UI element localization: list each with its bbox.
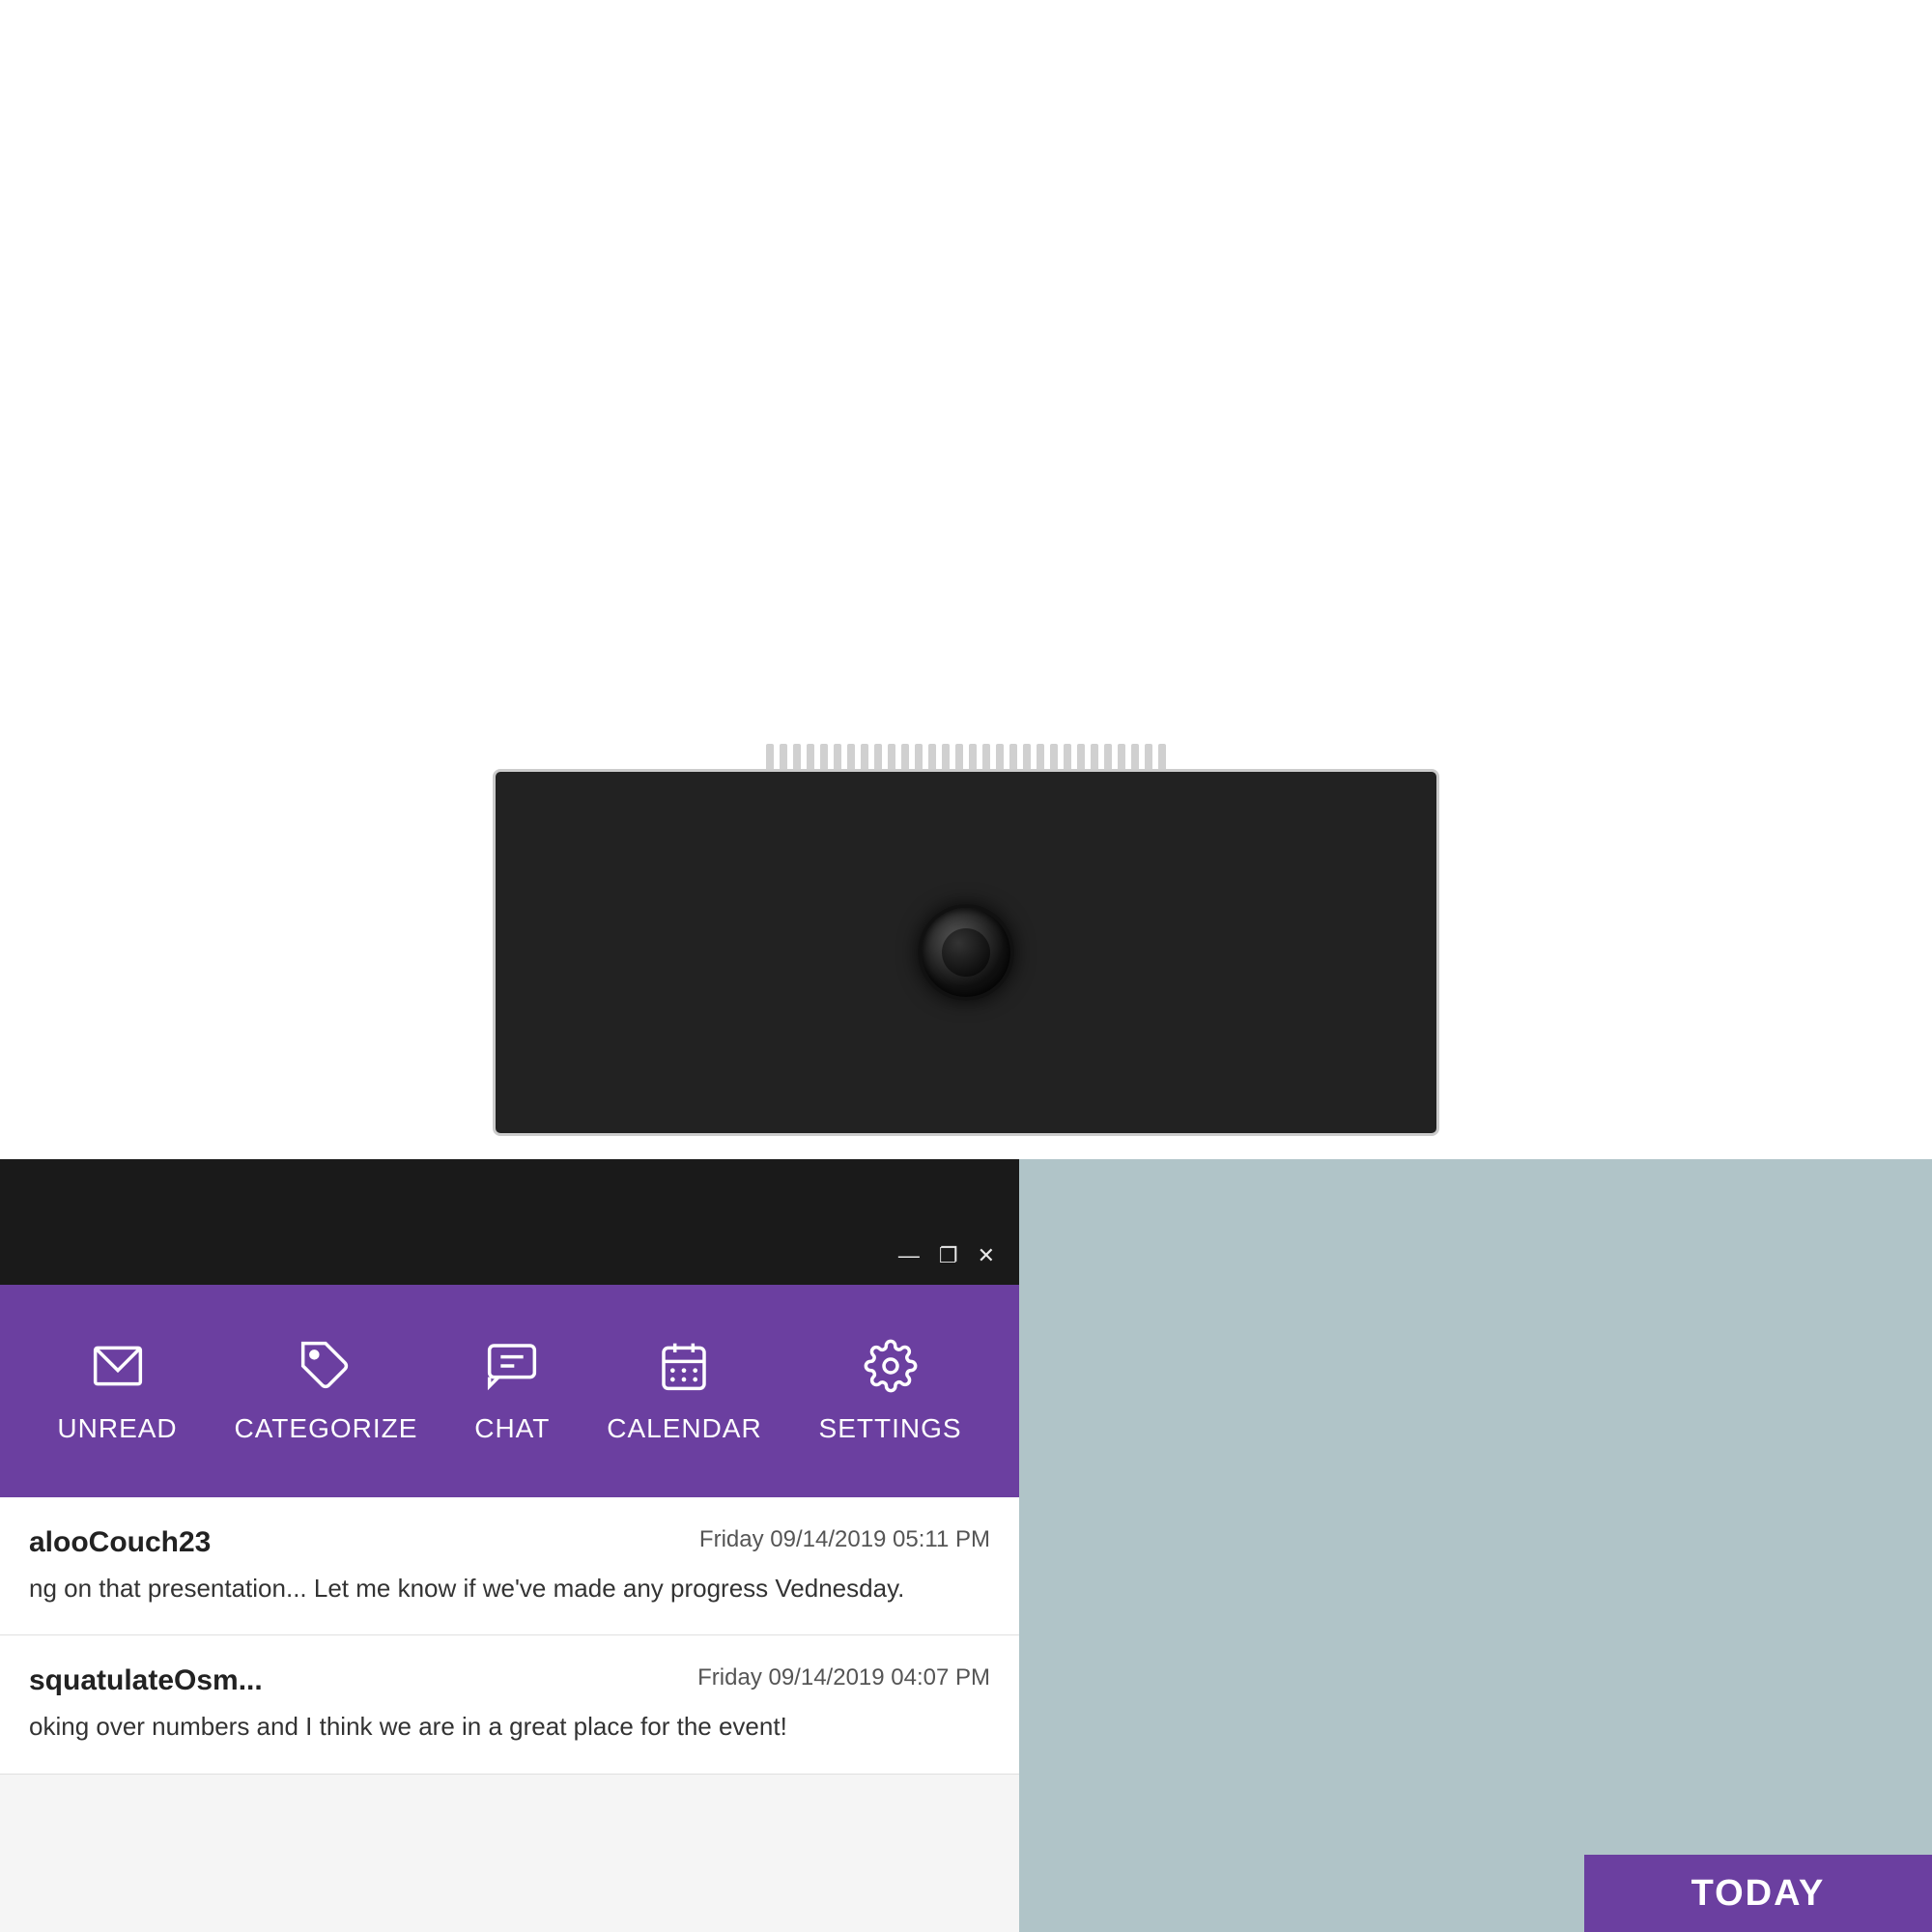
title-bar: — ❐ ✕ (0, 1227, 1014, 1285)
window-controls: — ❐ ✕ (898, 1243, 995, 1268)
chat-icon (485, 1339, 539, 1402)
nav-item-unread[interactable]: UNREAD (57, 1339, 177, 1444)
message-preview-2: oking over numbers and I think we are in… (29, 1709, 990, 1744)
message-header-2: squatulateOsm... Friday 09/14/2019 04:07… (29, 1664, 990, 1697)
right-panel (1019, 1159, 1932, 1932)
monitor-teeth (493, 734, 1439, 773)
calendar-icon (657, 1339, 711, 1402)
minimize-button[interactable]: — (898, 1243, 920, 1268)
restore-button[interactable]: ❐ (939, 1243, 958, 1268)
nav-item-calendar[interactable]: CALENDAR (607, 1339, 761, 1444)
message-preview-1: ng on that presentation... Let me know i… (29, 1571, 990, 1605)
close-button[interactable]: ✕ (978, 1243, 995, 1268)
settings-label: SETTINGS (819, 1413, 962, 1444)
message-header-1: alooCouch23 Friday 09/14/2019 05:11 PM (29, 1526, 990, 1559)
sender-name-2: squatulateOsm... (29, 1664, 263, 1697)
gear-icon (864, 1339, 918, 1402)
camera-lens (918, 904, 1014, 1001)
chat-label: CHAT (474, 1413, 550, 1444)
nav-item-categorize[interactable]: CATEGORIZE (234, 1339, 417, 1444)
envelope-icon (91, 1339, 145, 1402)
camera-inner (942, 928, 990, 977)
sender-name-1: alooCouch23 (29, 1526, 211, 1559)
categorize-label: CATEGORIZE (234, 1413, 417, 1444)
list-item[interactable]: alooCouch23 Friday 09/14/2019 05:11 PM n… (0, 1497, 1019, 1635)
nav-item-settings[interactable]: SETTINGS (819, 1339, 962, 1444)
timestamp-1: Friday 09/14/2019 05:11 PM (699, 1526, 990, 1553)
navigation-bar: UNREAD CATEGORIZE CHAT (0, 1285, 1019, 1497)
today-button[interactable]: TODAY (1584, 1855, 1932, 1932)
monitor-body (493, 769, 1439, 1136)
monitor-hardware (493, 734, 1439, 1159)
list-item[interactable]: squatulateOsm... Friday 09/14/2019 04:07… (0, 1635, 1019, 1774)
calendar-label: CALENDAR (607, 1413, 761, 1444)
timestamp-2: Friday 09/14/2019 04:07 PM (697, 1664, 990, 1691)
tag-icon (298, 1339, 353, 1402)
message-list: alooCouch23 Friday 09/14/2019 05:11 PM n… (0, 1497, 1019, 1932)
unread-label: UNREAD (57, 1413, 177, 1444)
nav-item-chat[interactable]: CHAT (474, 1339, 550, 1444)
